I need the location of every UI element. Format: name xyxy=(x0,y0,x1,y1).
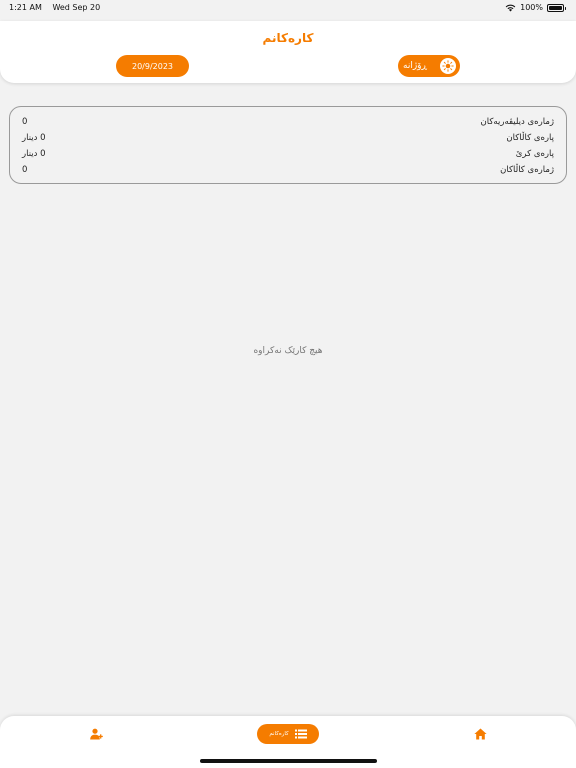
status-date: Wed Sep 20 xyxy=(52,3,101,12)
summary-value: 0 دینار xyxy=(22,149,46,159)
summary-value: 0 xyxy=(22,165,28,175)
summary-value: 0 xyxy=(22,117,28,127)
summary-label: پارەی کاڵاکان xyxy=(506,133,554,143)
status-time: 1:21 AM xyxy=(9,3,42,12)
summary-card: 0 ژمارەی دیلیڤەریەکان 0 دینار پارەی کاڵا… xyxy=(9,106,567,184)
header: کارەکانم 20/9/2023 ڕۆژانە xyxy=(0,21,576,83)
summary-label: ژمارەی دیلیڤەریەکان xyxy=(480,117,554,127)
home-indicator xyxy=(200,759,377,763)
status-right: 100% xyxy=(505,3,566,12)
summary-value: 0 دینار xyxy=(22,133,46,143)
nav-profile-button[interactable] xyxy=(88,726,104,742)
summary-row-fee-money: 0 دینار پارەی کرێ xyxy=(22,146,554,162)
nav-center-label: کارەکانم xyxy=(269,731,289,737)
status-bar: 1:21 AM Wed Sep 20 100% xyxy=(0,0,576,20)
date-label: 20/9/2023 xyxy=(131,61,174,71)
wifi-icon xyxy=(505,4,516,12)
summary-row-deliveries: 0 ژمارەی دیلیڤەریەکان xyxy=(22,114,554,130)
battery-percent: 100% xyxy=(520,3,543,12)
period-toggle-button[interactable]: ڕۆژانە xyxy=(398,55,460,77)
period-label: ڕۆژانە xyxy=(403,61,428,71)
empty-state-message: هیچ کارێک نەکراوە xyxy=(253,346,323,356)
summary-label: پارەی کرێ xyxy=(515,149,554,159)
battery-icon xyxy=(547,3,566,12)
nav-my-tasks-button[interactable]: کارەکانم xyxy=(257,724,319,744)
sun-icon xyxy=(440,58,456,74)
home-icon xyxy=(473,728,487,740)
summary-row-items-count: 0 ژمارەی کاڵاکان xyxy=(22,162,554,178)
page-title: کارەکانم xyxy=(262,31,314,45)
list-icon xyxy=(294,729,307,739)
nav-home-button[interactable] xyxy=(472,726,488,742)
date-picker-button[interactable]: 20/9/2023 xyxy=(116,55,189,77)
summary-row-items-money: 0 دینار پارەی کاڵاکان xyxy=(22,130,554,146)
summary-label: ژمارەی کاڵاکان xyxy=(500,165,554,175)
status-left: 1:21 AM Wed Sep 20 xyxy=(9,3,108,12)
person-add-icon xyxy=(89,728,103,740)
